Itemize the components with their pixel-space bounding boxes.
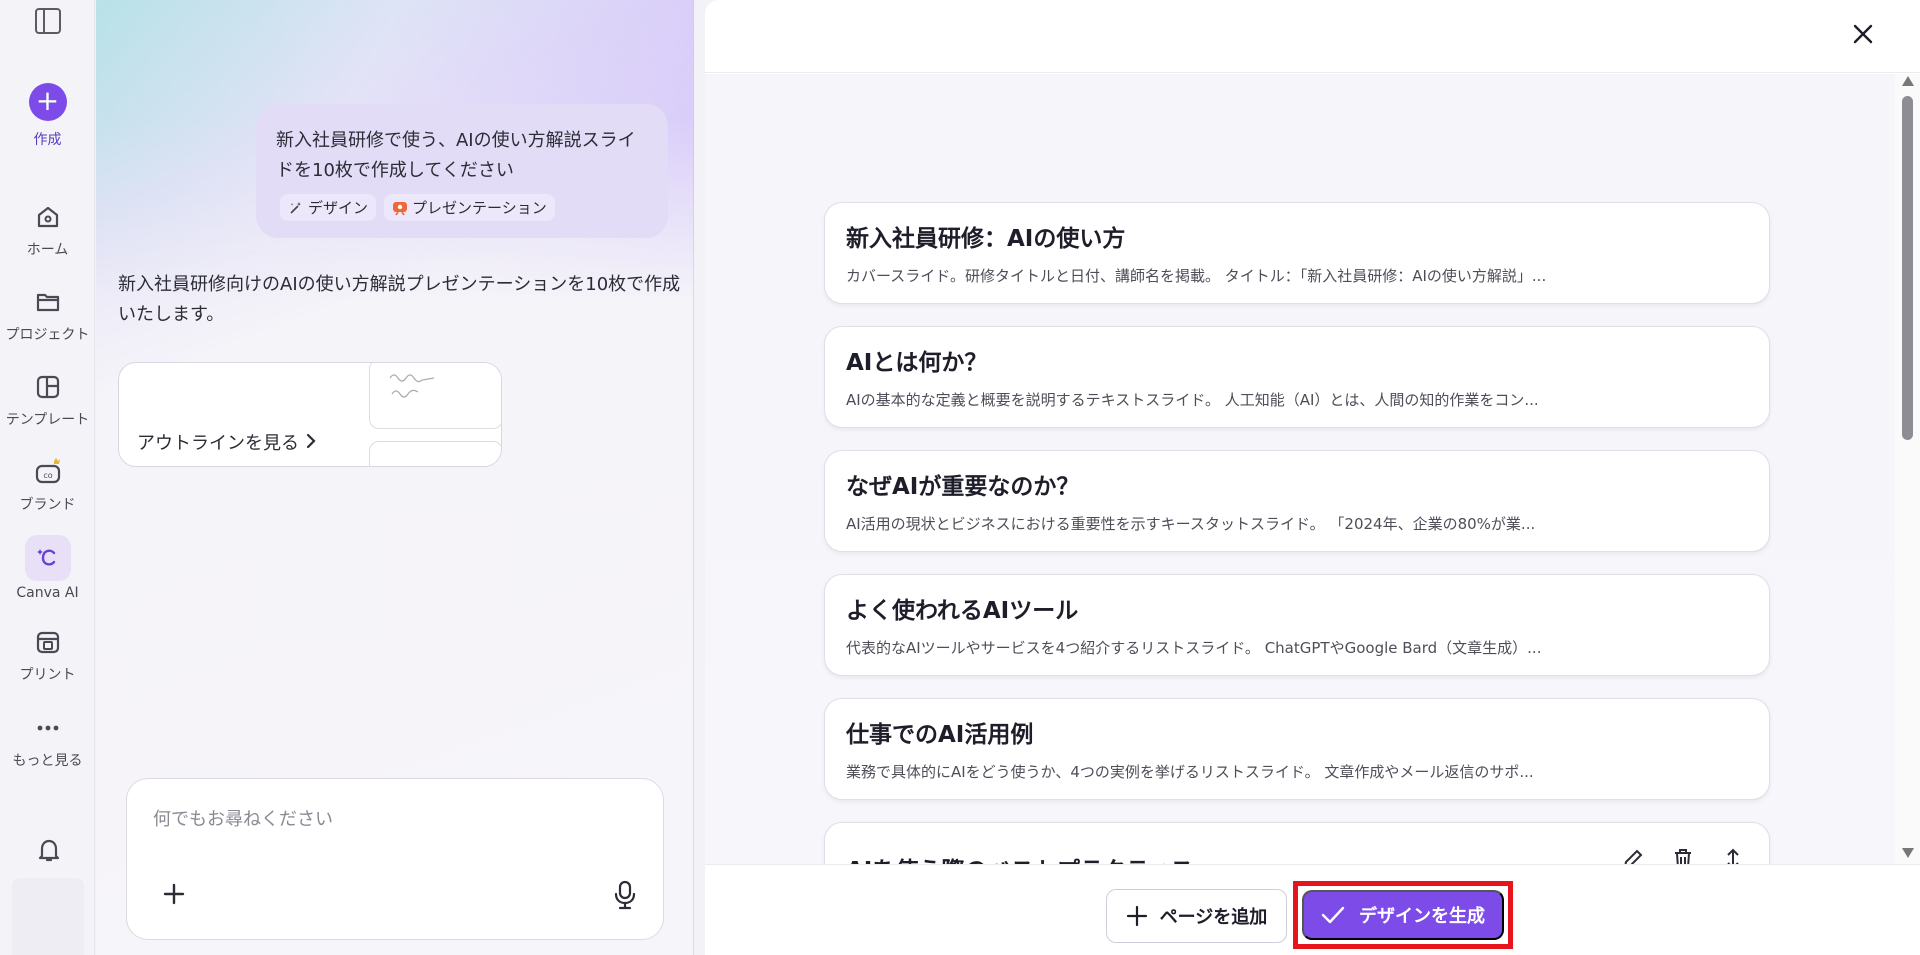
vertical-scrollbar[interactable] bbox=[1895, 74, 1920, 864]
panel-footer: ページを追加 デザインを生成 bbox=[705, 864, 1920, 955]
tag-presentation: プレゼンテーション bbox=[384, 194, 555, 221]
sidebar-item-label: 作成 bbox=[33, 132, 62, 148]
generate-design-label: デザインを生成 bbox=[1359, 906, 1485, 926]
magic-wand-icon bbox=[290, 201, 301, 214]
slide-description: AI活用の現状とビジネスにおける重要性を示すキースタットスライド。 「2024年… bbox=[846, 515, 1536, 533]
scroll-up-arrow-icon[interactable] bbox=[1902, 76, 1914, 86]
plus-icon: + bbox=[28, 83, 67, 121]
microphone-icon[interactable] bbox=[611, 879, 639, 911]
slide-card-actions bbox=[1621, 847, 1745, 864]
account-area[interactable] bbox=[12, 878, 84, 955]
slide-card[interactable]: なぜAIが重要なのか？ AI活用の現状とビジネスにおける重要性を示すキースタット… bbox=[824, 450, 1770, 552]
home-icon bbox=[37, 206, 58, 228]
print-icon bbox=[36, 631, 59, 654]
prompt-tags: デザイン プレゼンテーション bbox=[280, 194, 555, 221]
sidebar-item-home[interactable]: ホーム bbox=[0, 203, 95, 259]
highlight-box: デザインを生成 bbox=[1293, 881, 1513, 949]
canva-ai-chat-panel: 新入社員研修で使う、AIの使い方解説スライドを10枚で作成してください デザイン… bbox=[96, 0, 694, 955]
canva-app: + 作成 ホーム プロジェクト テンプレート co ブランド Canva AI bbox=[0, 0, 1920, 955]
sidebar-item-projects[interactable]: プロジェクト bbox=[0, 288, 95, 344]
slide-card[interactable]: よく使われるAIツール 代表的なAIツールやサービスを4つ紹介するリストスライド… bbox=[824, 574, 1770, 676]
slide-title: AIとは何か？ bbox=[846, 350, 988, 376]
slide-card[interactable]: AIとは何か？ AIの基本的な定義と概要を説明するテキストスライド。 人工知能（… bbox=[824, 326, 1770, 428]
chat-input-box bbox=[126, 778, 664, 940]
slide-outline-list: 新入社員研修：AIの使い方 カバースライド。研修タイトルと日付、講師名を掲載。 … bbox=[705, 74, 1895, 864]
view-outline-label: アウトラインを見る bbox=[137, 433, 299, 454]
view-outline-card[interactable]: アウトラインを見る bbox=[118, 362, 502, 467]
tag-label: プレゼンテーション bbox=[412, 199, 547, 217]
sidebar-item-label: ホーム bbox=[26, 242, 69, 258]
add-attachment-icon[interactable] bbox=[159, 879, 189, 909]
more-icon bbox=[37, 725, 58, 731]
plus-icon bbox=[1126, 905, 1147, 927]
assistant-reply-text: 新入社員研修向けのAIの使い方解説プレゼンテーションを10枚で作成いたします。 bbox=[118, 274, 681, 325]
slide-title: なぜAIが重要なのか？ bbox=[846, 474, 1080, 500]
scroll-thumb[interactable] bbox=[1902, 96, 1913, 440]
slide-title: 新入社員研修：AIの使い方 bbox=[846, 226, 1126, 252]
sidebar-item-label: ブランド bbox=[19, 497, 76, 513]
notification-bell-icon[interactable] bbox=[35, 836, 63, 864]
presentation-icon bbox=[393, 201, 408, 215]
panel-header bbox=[705, 0, 1920, 73]
slide-description: AIの基本的な定義と概要を説明するテキストスライド。 人工知能（AI）とは、人間… bbox=[846, 391, 1539, 409]
checkmark-icon bbox=[1321, 906, 1345, 924]
slide-card[interactable]: 仕事でのAI活用例 業務で具体的にAIをどう使うか、4つの実例を挙げるリストスラ… bbox=[824, 698, 1770, 800]
sidebar-item-canva-ai[interactable]: Canva AI bbox=[0, 535, 95, 601]
add-page-button[interactable]: ページを追加 bbox=[1106, 889, 1287, 943]
sidebar-item-label: Canva AI bbox=[16, 585, 79, 601]
sidebar-item-more[interactable]: もっと見る bbox=[0, 714, 95, 770]
slide-description: 業務で具体的にAIをどう使うか、4つの実例を挙げるリストスライド。 文章作成やメ… bbox=[846, 763, 1534, 781]
chevron-right-icon bbox=[306, 433, 316, 449]
outline-thumbnail bbox=[369, 363, 501, 429]
move-icon[interactable] bbox=[1721, 847, 1745, 864]
slide-card[interactable]: 新入社員研修：AIの使い方 カバースライド。研修タイトルと日付、講師名を掲載。 … bbox=[824, 202, 1770, 304]
sidebar-item-create[interactable]: + 作成 bbox=[0, 83, 95, 149]
sidebar-item-label: テンプレート bbox=[5, 412, 90, 428]
sidebar-item-brand[interactable]: co ブランド bbox=[0, 458, 95, 514]
scribble-icon bbox=[389, 374, 435, 398]
chat-input[interactable] bbox=[153, 809, 593, 830]
brand-icon: co bbox=[35, 458, 60, 484]
outline-panel: 新入社員研修：AIの使い方 カバースライド。研修タイトルと日付、講師名を掲載。 … bbox=[705, 0, 1920, 955]
user-message-text: 新入社員研修で使う、AIの使い方解説スライドを10枚で作成してください bbox=[276, 130, 636, 181]
generate-design-button[interactable]: デザインを生成 bbox=[1302, 890, 1504, 940]
slide-description: カバースライド。研修タイトルと日付、講師名を掲載。 タイトル：「新入社員研修：A… bbox=[846, 267, 1547, 285]
canva-ai-icon bbox=[24, 535, 71, 581]
folder-icon bbox=[36, 293, 59, 312]
slide-card[interactable]: AIを使う際のベストプラクティス bbox=[824, 822, 1770, 864]
slide-title: AIを使う際のベストプラクティス bbox=[846, 851, 1193, 864]
sidebar-item-templates[interactable]: テンプレート bbox=[0, 373, 95, 429]
sidebar-toggle-icon[interactable] bbox=[35, 8, 61, 34]
template-icon bbox=[36, 375, 59, 399]
sidebar-item-label: プリント bbox=[19, 667, 76, 683]
outline-thumbnail bbox=[369, 441, 501, 466]
tag-design: デザイン bbox=[280, 194, 377, 221]
sidebar-item-label: プロジェクト bbox=[5, 327, 90, 343]
slide-description: 代表的なAIツールやサービスを4つ紹介するリストスライド。 ChatGPTやGo… bbox=[846, 639, 1542, 657]
add-page-label: ページを追加 bbox=[1159, 907, 1268, 927]
trash-icon[interactable] bbox=[1671, 847, 1695, 864]
sidebar-item-label: もっと見る bbox=[12, 753, 83, 769]
left-sidebar: + 作成 ホーム プロジェクト テンプレート co ブランド Canva AI bbox=[0, 0, 95, 955]
sidebar-item-print[interactable]: プリント bbox=[0, 628, 95, 684]
close-icon[interactable] bbox=[1851, 22, 1875, 46]
slide-title: よく使われるAIツール bbox=[846, 598, 1079, 624]
slide-title: 仕事でのAI活用例 bbox=[846, 722, 1034, 748]
edit-pencil-icon[interactable] bbox=[1621, 847, 1645, 864]
user-message-bubble: 新入社員研修で使う、AIの使い方解説スライドを10枚で作成してください デザイン… bbox=[256, 104, 668, 238]
tag-label: デザイン bbox=[308, 199, 369, 217]
scroll-down-arrow-icon[interactable] bbox=[1902, 848, 1914, 858]
svg-text:co: co bbox=[43, 471, 52, 480]
